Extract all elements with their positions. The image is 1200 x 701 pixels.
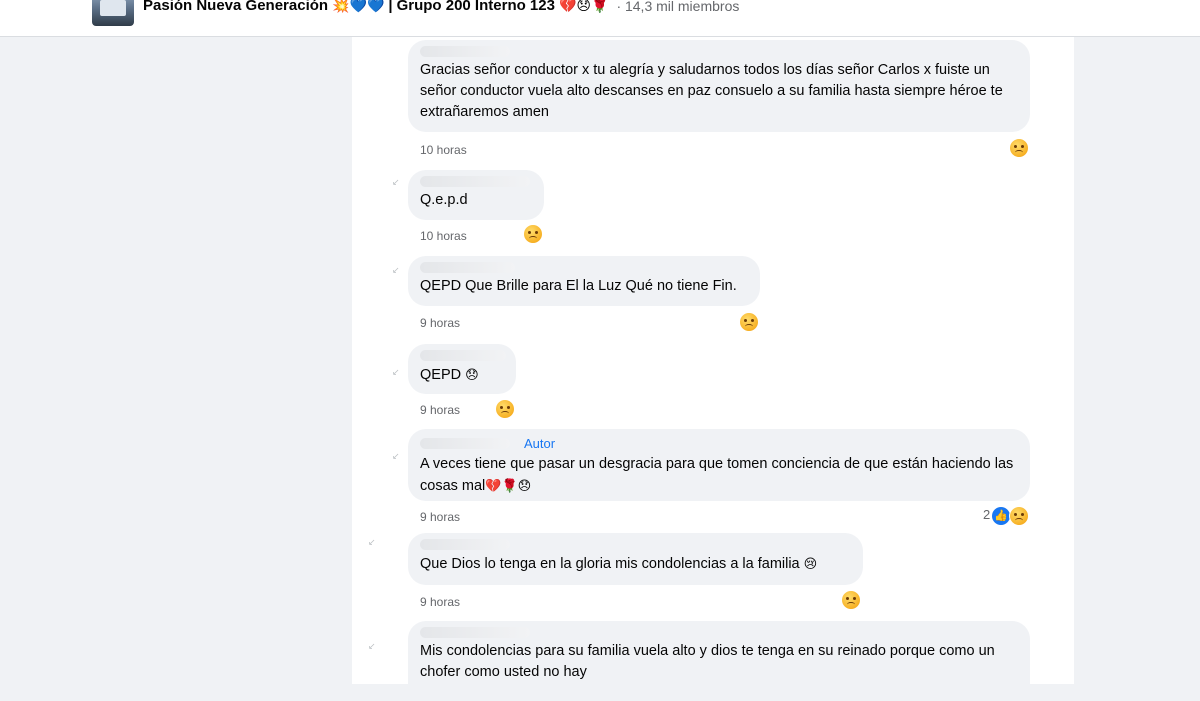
comment-bubble[interactable]: Gracias señor conductor x tu alegría y s… [408,40,1030,132]
group-subtitle: Grupo 200 Interno 123 [396,0,555,14]
sad-face-emoji: 😞 [465,367,479,382]
redacted-author-name[interactable] [420,262,515,273]
comment-timestamp[interactable]: 9 horas [420,510,460,524]
comment-text: QEPD Que Brille para El la Luz Qué no ti… [420,278,737,294]
sad-reaction-icon[interactable] [495,399,515,419]
comment-bubble[interactable]: Q.e.p.d [408,170,544,220]
redacted-author-name[interactable] [420,176,530,187]
reply-arrow-icon: ↙ [392,265,400,275]
group-header: Pasión Nueva Generación 💥💙💙 | Grupo 200 … [0,0,1200,37]
group-subtitle-emojis: 💔😞🌹 [558,0,609,13]
comment-timestamp[interactable]: 9 horas [420,403,460,417]
comment-timestamp[interactable]: 9 horas [420,595,460,609]
redacted-author-name[interactable] [420,46,510,57]
comment-text: QEPD [420,367,462,383]
comment-timestamp[interactable]: 10 horas [420,229,467,243]
sad-reaction-icon[interactable] [841,590,861,610]
sad-reaction-icon[interactable] [1009,506,1029,526]
reply-arrow-icon: ↙ [392,367,400,377]
group-name[interactable]: Pasión Nueva Generación [143,0,328,14]
group-title-bar: Pasión Nueva Generación 💥💙💙 | Grupo 200 … [143,0,739,14]
redacted-author-name[interactable] [420,350,506,361]
comment-text-line: QEPD 😞 [420,364,504,386]
comment-text: Que Dios lo tenga en la gloria mis condo… [420,556,800,572]
sad-reaction-icon[interactable] [1009,138,1029,158]
group-title-emojis: 💥💙💙 [332,0,385,13]
comment-text: Mis condolencias para su familia vuela a… [420,643,995,680]
author-badge: Autor [524,435,556,451]
reply-arrow-icon: ↙ [368,641,376,651]
comment-emojis: 💔🌹😞 [485,478,532,493]
reply-arrow-icon: ↙ [368,537,376,547]
comment-text: Q.e.p.d [420,192,468,208]
comment-timestamp[interactable]: 9 horas [420,316,460,330]
comment-text: Gracias señor conductor x tu alegría y s… [420,62,1003,120]
redacted-author-name[interactable] [420,627,530,638]
member-count[interactable]: · 14,3 mil miembros [616,0,739,14]
comment-text-line: A veces tiene que pasar un desgracia par… [420,454,1018,497]
comment-bubble[interactable]: QEPD Que Brille para El la Luz Qué no ti… [408,256,760,306]
reaction-count[interactable]: 2 [983,507,990,522]
redacted-author-name[interactable] [420,539,510,550]
comment-bubble[interactable]: QEPD 😞 [408,344,516,394]
title-separator: | [388,0,393,14]
reply-arrow-icon: ↙ [392,177,400,187]
comments-panel: Gracias señor conductor x tu alegría y s… [352,37,1074,701]
author-row: Autor [420,435,1018,451]
comment-bubble[interactable]: Mis condolencias para su familia vuela a… [408,621,1030,701]
reply-arrow-icon: ↙ [392,451,400,461]
bus-image [100,0,126,16]
comment-text-line: Que Dios lo tenga en la gloria mis condo… [420,553,851,575]
redacted-author-name[interactable] [420,437,510,449]
sad-reaction-icon[interactable] [523,224,543,244]
comment-timestamp[interactable]: 10 horas [420,143,467,157]
sad-reaction-icon[interactable] [739,312,759,332]
comment-bubble[interactable]: Autor A veces tiene que pasar un desgrac… [408,429,1030,501]
comment-bubble[interactable]: Que Dios lo tenga en la gloria mis condo… [408,533,863,585]
like-reaction-icon[interactable]: 👍 [991,506,1011,526]
crying-face-emoji: 😢 [803,556,818,571]
group-cover-thumbnail[interactable] [92,0,134,26]
